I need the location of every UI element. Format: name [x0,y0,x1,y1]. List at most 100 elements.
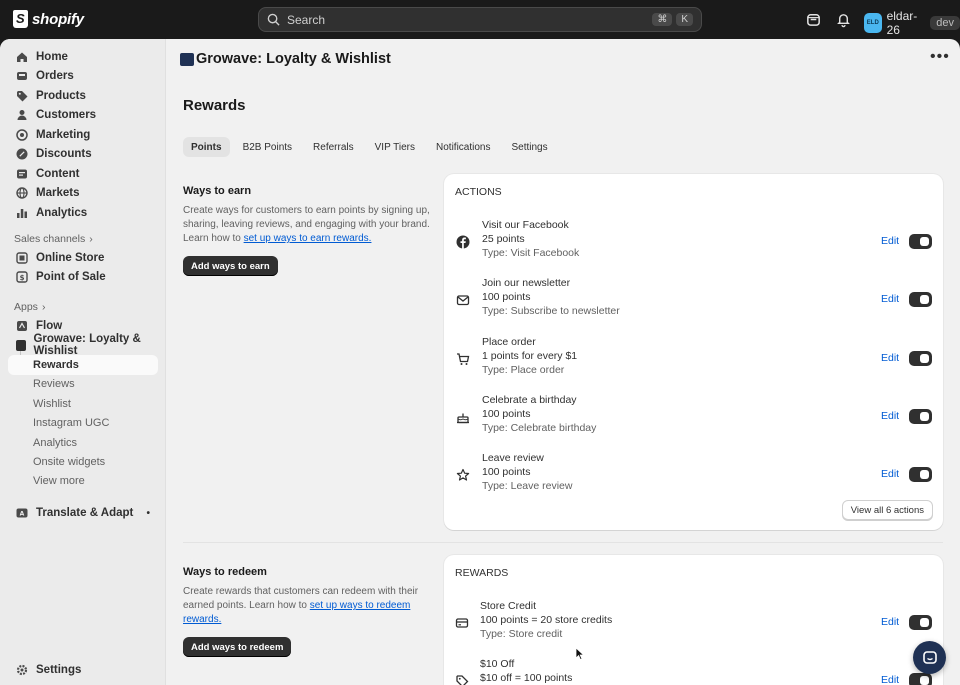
sidebar-item-orders[interactable]: Orders [8,66,158,86]
sidebar-item-content[interactable]: Content [8,164,158,184]
sidebar-item-label: Discounts [36,148,92,160]
user-menu[interactable]: ELD eldar-26 dev [864,9,960,37]
chat-button[interactable] [913,641,946,674]
edit-link[interactable]: Edit [881,293,899,305]
apps-label: Apps [14,301,38,313]
chevron-right-icon: › [89,233,93,245]
sidebar-item-label: Analytics [36,207,88,219]
sidebar-item-label: Home [36,51,68,63]
enabled-toggle[interactable] [909,467,932,482]
shortcut-key-k: K [676,13,693,26]
sidebar-item-products[interactable]: Products [8,86,158,106]
action-title: Place order [482,336,536,348]
sidebar-item-marketing[interactable]: Marketing [8,125,158,145]
growave-app-icon [16,339,27,351]
shortcut-key-cmd: ⌘ [652,13,673,26]
action-type: Type: Subscribe to newsletter [482,305,620,317]
tab-b2b-points[interactable]: B2B Points [235,137,300,157]
sidebar-item-discounts[interactable]: Discounts [8,144,158,164]
action-row: Leave review 100 points Type: Leave revi… [444,451,943,499]
enabled-toggle[interactable] [909,292,932,307]
sidebar-subitem-label: Rewards [33,359,79,371]
action-points: 100 points [482,408,531,420]
sidebar-subitem-label: View more [33,475,85,487]
sidebar-subitem-view-more[interactable]: View more [8,471,158,491]
apps-heading[interactable]: Apps › [14,301,45,313]
edit-link[interactable]: Edit [881,235,899,247]
tab-referrals[interactable]: Referrals [305,137,362,157]
redeem-section-title: Ways to redeem [183,566,267,578]
sales-channels-heading[interactable]: Sales channels › [14,233,93,245]
inbox-icon [17,72,27,80]
sidebar-item-label: Markets [36,187,80,199]
discount-icon [16,148,28,160]
view-all-actions-button[interactable]: View all 6 actions [841,500,933,520]
add-ways-to-redeem-button[interactable]: Add ways to redeem [183,637,292,657]
sidebar-subitem-analytics[interactable]: Analytics [8,433,158,453]
discount-tag-icon [456,675,469,685]
bell-icon[interactable] [835,11,852,28]
tab-points[interactable]: Points [183,137,230,157]
edit-link[interactable]: Edit [881,674,899,685]
sidebar-item-growave[interactable]: Growave: Loyalty & Wishlist [8,333,158,357]
reward-title: Store Credit [480,600,537,612]
sidebar-subitem-reviews[interactable]: Reviews [8,374,158,394]
store-icon [16,252,28,264]
action-details: Place order 1 points for every $1 Type: … [482,335,577,377]
enabled-toggle[interactable] [909,351,932,366]
sidebar-item-label: Orders [36,70,74,82]
earn-help-link[interactable]: set up ways to earn rewards. [244,233,372,244]
add-ways-to-earn-button[interactable]: Add ways to earn [183,256,278,276]
action-points: 100 points [482,466,531,478]
sidebar-item-translate-adapt[interactable]: A Translate & Adapt • [8,503,158,523]
translate-icon: A [16,508,28,518]
enabled-toggle[interactable] [909,234,932,249]
action-row: Join our newsletter 100 points Type: Sub… [444,276,943,324]
tab-notifications[interactable]: Notifications [428,137,498,157]
edit-link[interactable]: Edit [881,468,899,480]
cart-icon [457,353,470,365]
chevron-right-icon: › [41,301,46,313]
sidebar-item-online-store[interactable]: Online Store [8,248,158,268]
reward-row: $10 Off $10 off = 100 points Edit [444,657,943,685]
sidebar-item-analytics[interactable]: Analytics [8,203,158,223]
sidebar-subitem-onsite-widgets[interactable]: Onsite widgets [8,452,158,472]
sidebar-subitem-wishlist[interactable]: Wishlist [8,394,158,414]
tab-settings[interactable]: Settings [503,137,555,157]
sidebar-subitem-label: Reviews [33,378,75,390]
action-title: Celebrate a birthday [482,394,577,406]
sidebar-item-settings[interactable]: Settings [8,660,158,680]
more-actions-icon[interactable]: ••• [930,49,950,65]
edit-link[interactable]: Edit [881,616,899,628]
action-row: Place order 1 points for every $1 Type: … [444,335,943,383]
action-type: Type: Visit Facebook [482,247,580,259]
shopify-logo[interactable]: shopify [13,10,84,28]
sidebar-item-customers[interactable]: Customers [8,105,158,125]
reward-details: Store Credit 100 points = 20 store credi… [480,599,612,641]
person-icon [17,110,27,120]
admin-shell: Home Orders Products Customers Marketing… [0,39,960,685]
tab-vip-tiers[interactable]: VIP Tiers [367,137,423,157]
sidebar-item-markets[interactable]: Markets [8,183,158,203]
sidebar-subitem-instagram-ugc[interactable]: Instagram UGC [8,413,158,433]
enabled-toggle[interactable] [909,409,932,424]
search-input[interactable]: Search ⌘ K [258,7,702,32]
enabled-toggle[interactable] [909,673,932,685]
enabled-toggle[interactable] [909,615,932,630]
svg-text:A: A [20,511,25,518]
sidebar-item-home[interactable]: Home [8,47,158,67]
main-content: Growave: Loyalty & Wishlist ••• Rewards … [167,39,960,685]
edit-link[interactable]: Edit [881,410,899,422]
search-icon [267,13,280,26]
action-title: Visit our Facebook [482,219,569,231]
sidebar-item-label: Content [36,168,80,180]
target-icon [16,129,28,141]
store-info-icon[interactable] [805,11,822,28]
sidebar-item-point-of-sale[interactable]: $ Point of Sale [8,267,158,287]
reward-type: Type: Store credit [480,628,563,640]
edit-link[interactable]: Edit [881,352,899,364]
sidebar-subitem-rewards[interactable]: Rewards [8,355,158,375]
action-type: Type: Celebrate birthday [482,422,597,434]
app-header: Growave: Loyalty & Wishlist ••• [167,39,960,79]
gear-icon [16,664,28,676]
